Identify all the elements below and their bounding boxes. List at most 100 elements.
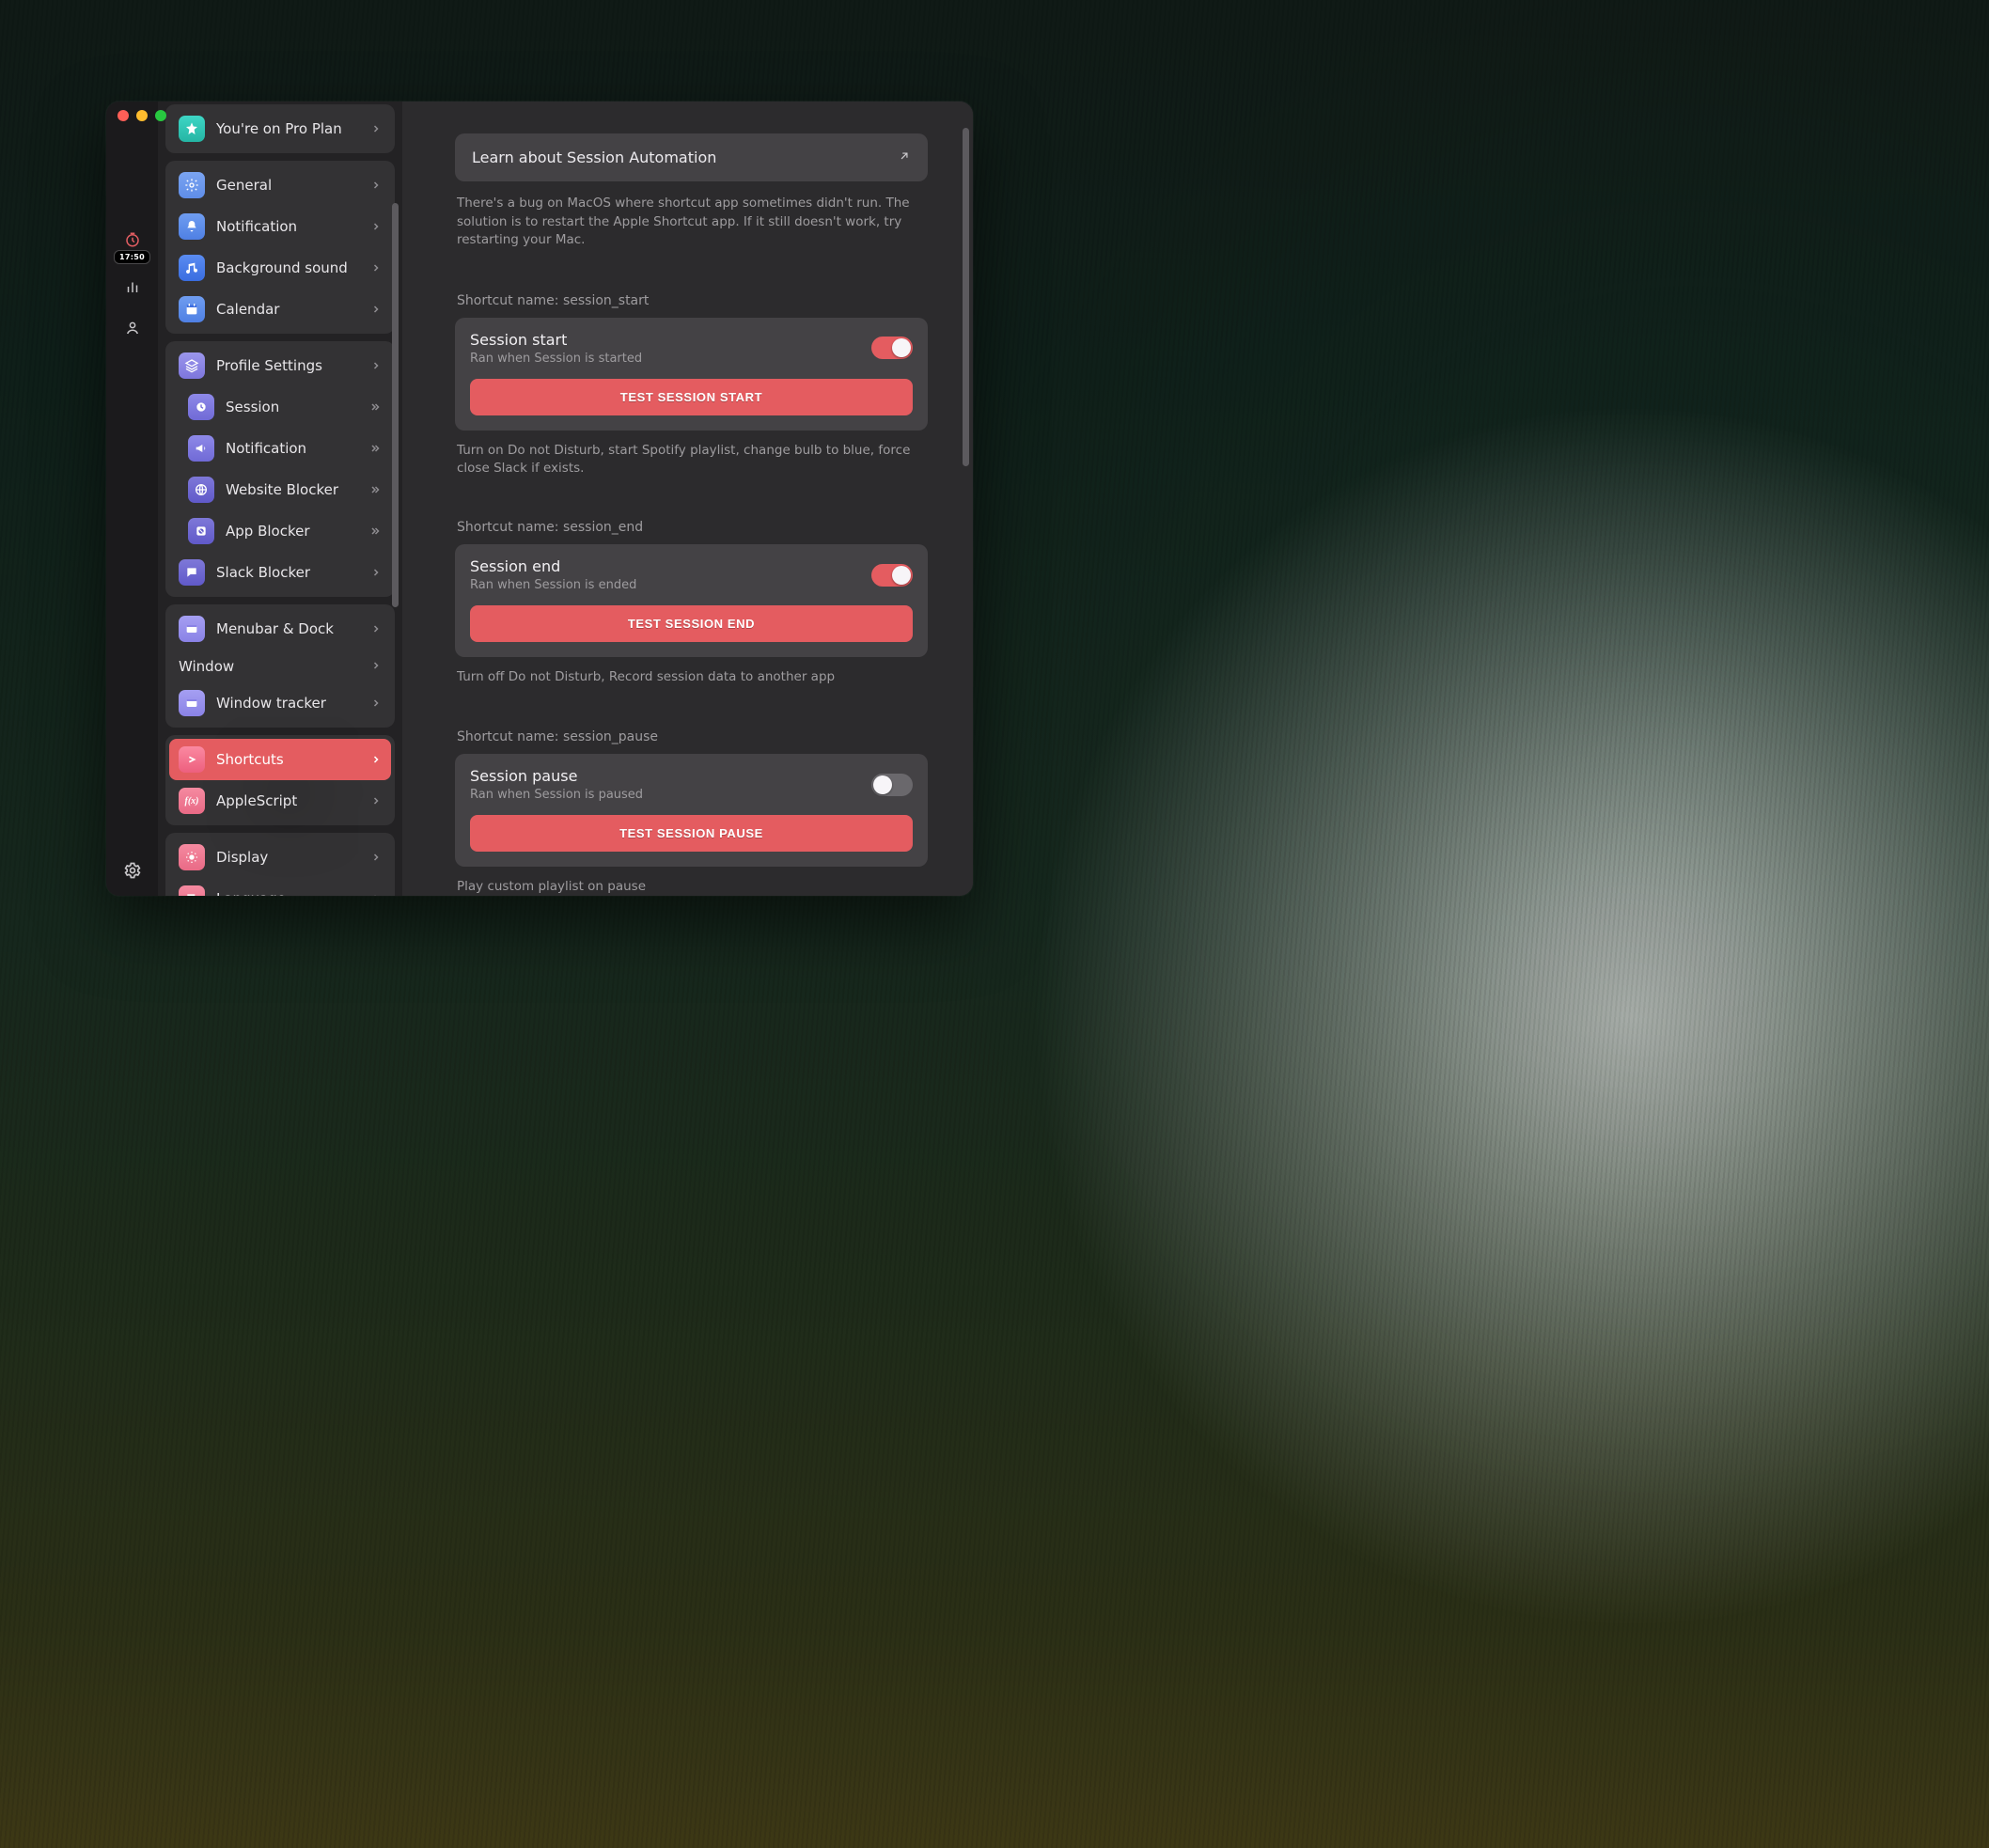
sidebar-item-window-tracker[interactable]: Window tracker bbox=[169, 682, 391, 724]
gear-icon bbox=[123, 861, 142, 880]
chevron-right-icon bbox=[370, 657, 382, 675]
megaphone-icon bbox=[188, 435, 214, 462]
preferences-window: 17:50 You're on Pro Plan bbox=[106, 102, 973, 896]
sidebar-item-general[interactable]: General bbox=[169, 164, 391, 206]
sidebar-item-notification[interactable]: Notification bbox=[169, 206, 391, 247]
sidebar-item-shortcuts[interactable]: Shortcuts bbox=[169, 739, 391, 780]
chevron-right-icon bbox=[370, 357, 382, 375]
fx-icon: f(x) bbox=[179, 788, 205, 814]
sidebar-group-profile: Profile Settings Session Notification We… bbox=[165, 341, 395, 597]
sidebar-item-label: Notification bbox=[216, 218, 297, 235]
learn-automation-link[interactable]: Learn about Session Automation bbox=[455, 133, 928, 181]
sidebar-group-display: Display Language bbox=[165, 833, 395, 896]
sidebar-item-label: Notification bbox=[226, 440, 306, 457]
shortcut-toggle-session-start[interactable] bbox=[871, 337, 913, 359]
sidebar-item-label: Calendar bbox=[216, 301, 279, 318]
sidebar-item-label: AppleScript bbox=[216, 792, 297, 809]
sidebar-item-slack-blocker[interactable]: Slack Blocker bbox=[169, 552, 391, 593]
fullscreen-window-button[interactable] bbox=[155, 110, 166, 121]
shortcuts-icon bbox=[179, 746, 205, 773]
sidebar-item-window[interactable]: Window bbox=[169, 650, 391, 682]
sidebar-item-plan[interactable]: You're on Pro Plan bbox=[169, 108, 391, 149]
shortcut-title: Session start bbox=[470, 331, 642, 349]
shortcut-name-label: Shortcut name: session_end bbox=[457, 520, 926, 535]
bars-icon bbox=[124, 278, 141, 295]
shortcut-toggle-session-pause[interactable] bbox=[871, 774, 913, 796]
navigation-rail: 17:50 bbox=[106, 102, 158, 896]
sidebar-item-calendar[interactable]: Calendar bbox=[169, 289, 391, 330]
learn-automation-title: Learn about Session Automation bbox=[472, 149, 716, 166]
sidebar-item-app-blocker[interactable]: App Blocker bbox=[169, 510, 391, 552]
chevrons-right-icon bbox=[368, 481, 382, 499]
shortcut-name-label: Shortcut name: session_pause bbox=[457, 729, 926, 744]
sidebar-item-label: Background sound bbox=[216, 259, 348, 276]
sidebar-item-menubar-dock[interactable]: Menubar & Dock bbox=[169, 608, 391, 650]
sidebar-scrollbar[interactable] bbox=[392, 111, 399, 886]
timer-value: 17:50 bbox=[114, 250, 150, 264]
shortcut-card-header: Session end Ran when Session is ended bbox=[470, 557, 913, 592]
shortcut-toggle-session-end[interactable] bbox=[871, 564, 913, 587]
shortcut-card-header: Session pause Ran when Session is paused bbox=[470, 767, 913, 802]
shortcut-subtitle: Ran when Session is started bbox=[470, 352, 642, 366]
shortcut-title: Session end bbox=[470, 557, 636, 575]
shortcut-subtitle: Ran when Session is paused bbox=[470, 788, 643, 802]
bell-icon bbox=[179, 213, 205, 240]
shortcut-card-session-end: Session end Ran when Session is ended TE… bbox=[455, 544, 928, 657]
timer-indicator[interactable]: 17:50 bbox=[114, 231, 150, 264]
music-icon bbox=[179, 255, 205, 281]
chevron-right-icon bbox=[370, 259, 382, 277]
sidebar-item-label: You're on Pro Plan bbox=[216, 120, 342, 137]
chevron-right-icon bbox=[370, 849, 382, 867]
sidebar-item-language[interactable]: Language bbox=[169, 878, 391, 896]
sidebar-item-website-blocker[interactable]: Website Blocker bbox=[169, 469, 391, 510]
sidebar-group-plan: You're on Pro Plan bbox=[165, 104, 395, 153]
close-window-button[interactable] bbox=[117, 110, 129, 121]
chevron-right-icon bbox=[370, 218, 382, 236]
chevron-right-icon bbox=[370, 792, 382, 810]
rail-profile-button[interactable] bbox=[114, 309, 151, 347]
chevrons-right-icon bbox=[368, 399, 382, 416]
calendar-icon bbox=[179, 296, 205, 322]
chevron-right-icon bbox=[370, 620, 382, 638]
shortcut-card-session-pause: Session pause Ran when Session is paused… bbox=[455, 754, 928, 867]
shortcut-card-header: Session start Ran when Session is starte… bbox=[470, 331, 913, 366]
shortcut-description: Turn on Do not Disturb, start Spotify pl… bbox=[457, 442, 926, 478]
chevrons-right-icon bbox=[368, 440, 382, 458]
sidebar-item-label: General bbox=[216, 177, 272, 194]
sidebar-group-settings: General Notification Background sound Ca… bbox=[165, 161, 395, 334]
test-session-start-button[interactable]: TEST SESSION START bbox=[470, 379, 913, 415]
sidebar-item-label: App Blocker bbox=[226, 523, 310, 540]
bug-note: There's a bug on MacOS where shortcut ap… bbox=[457, 195, 926, 250]
clocksquare-icon bbox=[188, 394, 214, 420]
window-icon bbox=[179, 616, 205, 642]
chevron-right-icon bbox=[370, 751, 382, 769]
sidebar-item-profile-settings[interactable]: Profile Settings bbox=[169, 345, 391, 386]
chevrons-right-icon bbox=[368, 523, 382, 540]
clock-icon bbox=[124, 231, 141, 248]
scrollbar-thumb[interactable] bbox=[963, 128, 969, 466]
chat-icon bbox=[179, 559, 205, 586]
chevron-right-icon bbox=[370, 890, 382, 897]
globe-icon bbox=[188, 477, 214, 503]
shortcut-name-label: Shortcut name: session_start bbox=[457, 293, 926, 308]
sidebar-item-session[interactable]: Session bbox=[169, 386, 391, 428]
rail-analytics-button[interactable] bbox=[114, 268, 151, 305]
gear-icon bbox=[179, 172, 205, 198]
shortcut-title: Session pause bbox=[470, 767, 643, 785]
brightness-icon bbox=[179, 844, 205, 870]
sidebar-item-label: Menubar & Dock bbox=[216, 620, 334, 637]
sidebar-item-display[interactable]: Display bbox=[169, 837, 391, 878]
chevron-right-icon bbox=[370, 564, 382, 582]
content-scroll-area[interactable]: Learn about Session Automation There's a… bbox=[402, 102, 973, 896]
sidebar-item-profile-notification[interactable]: Notification bbox=[169, 428, 391, 469]
test-session-pause-button[interactable]: TEST SESSION PAUSE bbox=[470, 815, 913, 852]
sidebar-item-background-sound[interactable]: Background sound bbox=[169, 247, 391, 289]
sidebar-item-applescript[interactable]: f(x) AppleScript bbox=[169, 780, 391, 822]
test-session-end-button[interactable]: TEST SESSION END bbox=[470, 605, 913, 642]
minimize-window-button[interactable] bbox=[136, 110, 148, 121]
chevron-right-icon bbox=[370, 301, 382, 319]
content-scrollbar[interactable] bbox=[963, 111, 969, 886]
sidebar-item-label: Window bbox=[179, 658, 234, 675]
scrollbar-thumb[interactable] bbox=[392, 203, 399, 607]
rail-settings-button[interactable] bbox=[114, 858, 151, 896]
